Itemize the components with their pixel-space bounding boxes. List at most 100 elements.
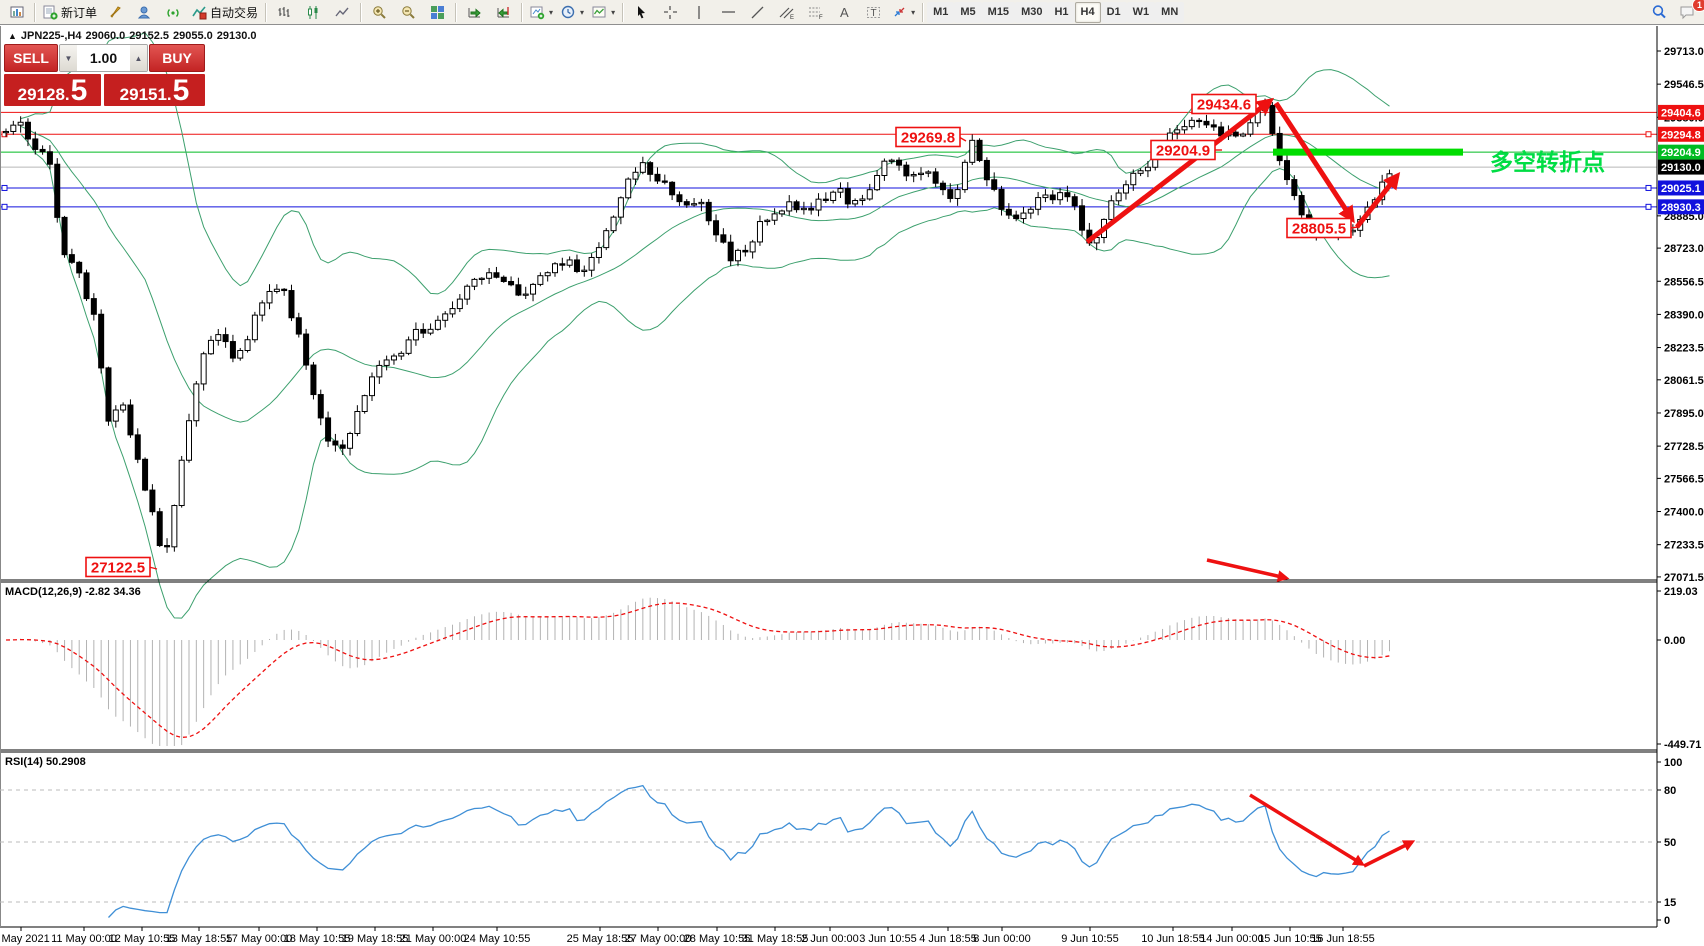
time-tick-label: 31 May 18:55 — [742, 933, 809, 945]
trend-arrow[interactable] — [1207, 560, 1286, 578]
candle-body — [4, 131, 9, 132]
timeframe-d1-button[interactable]: D1 — [1101, 2, 1127, 23]
price-tick-label: 28723.0 — [1664, 243, 1704, 255]
trend-arrow[interactable] — [1357, 176, 1397, 227]
volume-increase-button[interactable]: ▲ — [130, 45, 147, 71]
candle-body — [523, 294, 528, 295]
candle-body — [984, 160, 989, 179]
signal-button[interactable] — [159, 1, 188, 24]
candle-body — [260, 303, 265, 315]
candle-body — [999, 189, 1004, 209]
candle-body — [406, 340, 411, 353]
rsi-indicator-label: RSI(14) 50.2908 — [5, 756, 86, 768]
text-label-tool-button[interactable]: T — [859, 1, 888, 24]
timeframe-mn-button[interactable]: MN — [1155, 2, 1184, 23]
tile-windows-button[interactable] — [423, 1, 452, 24]
equidistant-channel-tool-button[interactable]: E — [772, 1, 801, 24]
timeframe-m15-button[interactable]: M15 — [982, 2, 1015, 23]
candle-body — [1138, 171, 1143, 174]
candle-body — [728, 242, 733, 261]
auto-scroll-button[interactable] — [460, 1, 489, 24]
cursor-tool-button[interactable] — [627, 1, 656, 24]
candle-body — [435, 320, 440, 329]
new-chart-button[interactable]: ▾ — [526, 1, 557, 24]
search-button[interactable] — [1644, 1, 1673, 24]
line-handle[interactable] — [1646, 204, 1651, 209]
vertical-line-tool-button[interactable] — [685, 1, 714, 24]
chat-button[interactable]: 1 — [1673, 1, 1702, 24]
line-handle[interactable] — [2, 204, 7, 209]
candle-body — [413, 329, 418, 339]
volume-input[interactable] — [77, 45, 130, 71]
volume-decrease-button[interactable]: ▼ — [60, 45, 77, 71]
toolbar-separator — [455, 3, 457, 22]
line-chart-button[interactable] — [328, 1, 357, 24]
rsi-axis-label: 15 — [1664, 897, 1676, 909]
sell-price-main: 29128. — [18, 85, 70, 105]
price-badge-label: 29025.1 — [1661, 183, 1701, 195]
line-handle[interactable] — [2, 185, 7, 190]
time-tick-label: 18 May 10:55 — [284, 933, 351, 945]
candle-body — [479, 278, 484, 279]
new-order-label: 新订单 — [61, 4, 97, 21]
templates-button[interactable]: ▾ — [588, 1, 619, 24]
turning-point-annotation: 多空转折点 — [1490, 149, 1605, 175]
price-tick-label: 27728.5 — [1664, 441, 1704, 453]
autotrading-button[interactable]: 自动交易 — [188, 1, 262, 24]
price-tick-label: 27400.0 — [1664, 507, 1704, 519]
sell-price[interactable]: 29128.5 — [4, 74, 101, 106]
timeframe-m30-button[interactable]: M30 — [1015, 2, 1048, 23]
macd-signal-line — [6, 603, 1389, 737]
candlestick-chart-button[interactable] — [299, 1, 328, 24]
buy-price[interactable]: 29151.5 — [104, 74, 205, 106]
periods-button[interactable]: ▾ — [557, 1, 588, 24]
charts-button[interactable] — [2, 1, 31, 24]
trendline-tool-button[interactable] — [743, 1, 772, 24]
trend-arrow[interactable] — [1087, 101, 1270, 242]
candle-body — [252, 315, 257, 340]
candle-body — [304, 334, 309, 365]
zoom-out-button[interactable] — [394, 1, 423, 24]
text-tool-button[interactable]: A — [830, 1, 859, 24]
candle-body — [333, 441, 338, 445]
candle-body — [604, 231, 609, 248]
profile-button[interactable] — [130, 1, 159, 24]
candle-body — [384, 360, 389, 365]
collapse-icon[interactable]: ▲ — [8, 31, 17, 41]
timeframe-h4-button[interactable]: H4 — [1075, 2, 1101, 23]
candle-body — [187, 421, 192, 461]
trend-arrow[interactable] — [1364, 842, 1412, 866]
candle-body — [326, 418, 331, 441]
timeframe-m1-button[interactable]: M1 — [927, 2, 954, 23]
timeframe-w1-button[interactable]: W1 — [1127, 2, 1156, 23]
buy-button[interactable]: BUY — [149, 44, 205, 72]
candle-body — [201, 354, 206, 384]
candle-body — [157, 512, 162, 546]
attach-button[interactable] — [101, 1, 130, 24]
chart-shift-button[interactable] — [489, 1, 518, 24]
timeframe-m5-button[interactable]: M5 — [954, 2, 981, 23]
candle-body — [670, 182, 675, 194]
zoom-out-icon — [401, 5, 416, 20]
chart-canvas[interactable]: 29713.029546.529380.028885.028723.028556… — [0, 0, 1704, 946]
new-order-button[interactable]: 新订单 — [39, 1, 101, 24]
autotrading-label: 自动交易 — [210, 4, 258, 21]
timeframe-h1-button[interactable]: H1 — [1048, 2, 1074, 23]
bar-chart-icon — [277, 5, 292, 20]
horizontal-line-tool-button[interactable] — [714, 1, 743, 24]
crosshair-tool-button[interactable] — [656, 1, 685, 24]
horizontal-line-icon — [721, 5, 736, 20]
text-label-icon: T — [866, 5, 882, 20]
candle-body — [596, 248, 601, 258]
candle-body — [867, 190, 872, 199]
line-handle[interactable] — [1646, 185, 1651, 190]
arrows-tool-button[interactable]: ▾ — [888, 1, 919, 24]
fibonacci-tool-button[interactable]: F — [801, 1, 830, 24]
line-handle[interactable] — [1646, 132, 1651, 137]
bar-chart-button[interactable] — [270, 1, 299, 24]
candle-body — [501, 277, 506, 281]
candle-body — [1182, 127, 1187, 130]
sell-button[interactable]: SELL — [4, 44, 58, 72]
zoom-in-button[interactable] — [365, 1, 394, 24]
trend-arrow[interactable] — [1250, 795, 1362, 864]
